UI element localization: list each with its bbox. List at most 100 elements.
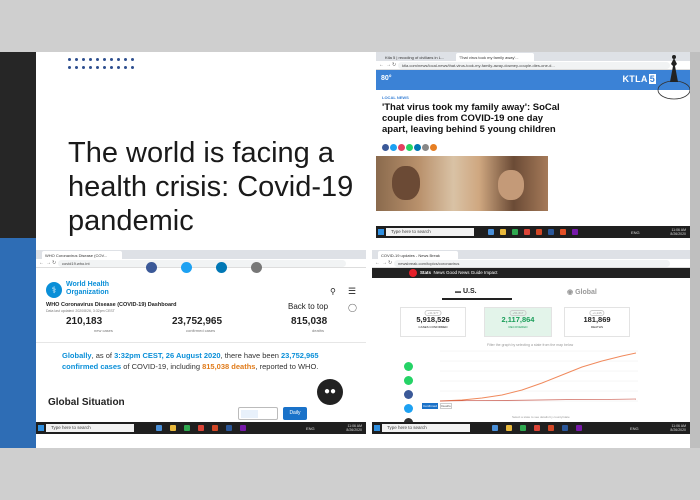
nav-stats[interactable]: Stats (420, 270, 431, 275)
nav-links[interactable]: News Good News Guide Impact (434, 270, 498, 275)
article-category[interactable]: LOCAL NEWS (382, 95, 409, 100)
who-org-name[interactable]: World Health Organization (66, 281, 109, 297)
daily-button[interactable]: Daily (283, 407, 307, 420)
reload-icon[interactable]: ↻ (392, 62, 396, 68)
chart-toggle-option[interactable] (241, 410, 258, 418)
taskbar-folder-icon[interactable] (506, 425, 512, 431)
twitter-share-icon[interactable] (390, 144, 397, 151)
taskbar-app-icon[interactable] (488, 229, 494, 235)
legend-deaths[interactable]: Deaths (440, 403, 452, 409)
browser-tab-bar: WHO Coronavirus Disease (COV... (36, 250, 366, 259)
taskbar-app-icon[interactable] (156, 425, 162, 431)
taskbar-powerpoint-icon[interactable] (536, 229, 542, 235)
back-icon[interactable]: ← (375, 260, 380, 266)
newsbreak-nav[interactable]: Stats News Good News Guide Impact (420, 270, 498, 275)
forward-icon[interactable]: → (46, 260, 51, 266)
taskbar-language[interactable]: ENG (630, 426, 639, 431)
address-bar-row: ← → ↻ covid19.who.int (36, 259, 366, 268)
stat-label: RECOVERED (508, 325, 528, 329)
windows-start-icon[interactable] (38, 425, 44, 431)
stat-label: DEATHS (591, 325, 603, 329)
back-to-top-link[interactable]: Back to top (288, 302, 328, 311)
whatsapp-icon[interactable] (404, 376, 413, 385)
taskbar-app-icon[interactable] (560, 229, 566, 235)
facebook-share-icon[interactable] (382, 144, 389, 151)
decorative-dot (117, 58, 120, 61)
taskbar-clock[interactable]: 11:06 AM 8/26/2020 (346, 424, 362, 432)
forward-icon[interactable]: → (382, 260, 387, 266)
taskbar-powerpoint-icon[interactable] (212, 425, 218, 431)
taskbar-app-icon[interactable] (520, 425, 526, 431)
decorative-dot (103, 66, 106, 69)
facebook-icon[interactable] (404, 390, 413, 399)
url-field[interactable]: ktla.com/news/local-news/that-virus-took… (398, 62, 670, 69)
photo-face-left (392, 166, 420, 200)
whatsapp-icon[interactable] (404, 362, 413, 371)
taskbar-word-icon[interactable] (548, 229, 554, 235)
slide-right-strip (690, 52, 700, 448)
twitter-icon[interactable] (404, 404, 413, 413)
browser-tab[interactable]: Ktla 5 | recoding of civilians in L... (382, 53, 454, 61)
taskbar-app-icon[interactable] (184, 425, 190, 431)
newsbreak-screenshot: COVID-19 updates - News Break ← → ↻ news… (372, 250, 690, 434)
decorative-dot (82, 58, 85, 61)
email-share-icon[interactable] (422, 144, 429, 151)
search-icon[interactable]: ⚲ (330, 287, 336, 296)
windows-start-icon[interactable] (378, 229, 384, 235)
menu-icon[interactable]: ☰ (348, 286, 356, 297)
chart-type-toggle[interactable] (238, 407, 278, 420)
trend-chart (439, 350, 638, 402)
taskbar-app-icon[interactable] (512, 229, 518, 235)
taskbar-folder-icon[interactable] (170, 425, 176, 431)
taskbar-powerpoint-icon[interactable] (548, 425, 554, 431)
more-share-icon[interactable] (430, 144, 437, 151)
reload-icon[interactable]: ↻ (388, 260, 392, 266)
us-tab-label: U.S. (462, 288, 477, 295)
pinterest-share-icon[interactable] (398, 144, 405, 151)
taskbar-app-icon[interactable] (240, 425, 246, 431)
taskbar-search[interactable]: Type here to search (46, 424, 134, 432)
taskbar-clock[interactable]: 11:06 AM 8/26/2020 (670, 228, 686, 236)
taskbar-chrome-icon[interactable] (198, 425, 204, 431)
taskbar-language[interactable]: ENG (306, 426, 315, 431)
global-tab[interactable]: ◉ Global (567, 288, 597, 296)
globe-icon[interactable]: ◯ (348, 303, 357, 312)
legend-confirmed[interactable]: Confirmed (422, 403, 438, 409)
ktla-logo[interactable]: KTLA 5 (622, 74, 656, 84)
summary-text: , there have been (220, 351, 282, 360)
taskbar-app-icon[interactable] (572, 229, 578, 235)
browser-tab-active[interactable]: 'That virus took my family away'... (456, 53, 534, 61)
twitter-icon[interactable] (181, 262, 192, 273)
more-icon[interactable] (251, 262, 262, 273)
taskbar-word-icon[interactable] (226, 425, 232, 431)
taskbar-app-icon[interactable] (576, 425, 582, 431)
taskbar-language[interactable]: ENG (631, 230, 640, 235)
summary-text: , reported to WHO. (255, 362, 319, 371)
windows-start-icon[interactable] (374, 425, 380, 431)
reload-icon[interactable]: ↻ (52, 260, 56, 266)
browser-tab-active[interactable]: COVID-19 updates - News Break (378, 251, 458, 259)
browser-tab-active[interactable]: WHO Coronavirus Disease (COV... (42, 251, 122, 259)
taskbar-app-icon[interactable] (492, 425, 498, 431)
taskbar-chrome-icon[interactable] (524, 229, 530, 235)
taskbar-search[interactable]: Type here to search (386, 228, 474, 236)
taskbar-clock[interactable]: 11:06 AM 8/26/2020 (670, 424, 686, 432)
us-tab[interactable]: ▬ U.S. (455, 288, 477, 295)
url-field[interactable]: newsbreak.com/topics/coronavirus (394, 260, 670, 267)
taskbar-folder-icon[interactable] (500, 229, 506, 235)
newsbreak-logo-icon[interactable] (409, 269, 417, 277)
taskbar-chrome-icon[interactable] (534, 425, 540, 431)
who-emblem-icon[interactable]: ⚕ (46, 282, 62, 298)
taskbar-word-icon[interactable] (562, 425, 568, 431)
linkedin-icon[interactable] (216, 262, 227, 273)
slide-bottom-band (0, 448, 700, 500)
linkedin-share-icon[interactable] (414, 144, 421, 151)
forward-icon[interactable]: → (386, 62, 391, 68)
whatsapp-share-icon[interactable] (406, 144, 413, 151)
url-field[interactable]: covid19.who.int (58, 260, 346, 267)
facebook-icon[interactable] (146, 262, 157, 273)
chat-bubble-icon[interactable]: ●● (317, 379, 343, 405)
back-icon[interactable]: ← (379, 62, 384, 68)
back-icon[interactable]: ← (39, 260, 44, 266)
taskbar-search[interactable]: Type here to search (382, 424, 470, 432)
